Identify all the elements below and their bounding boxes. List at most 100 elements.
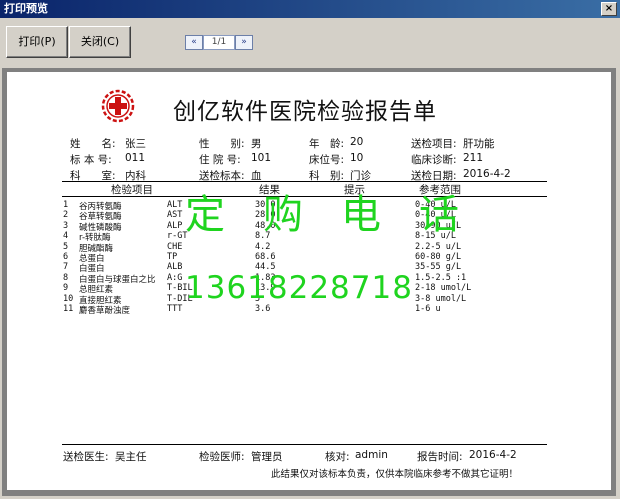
row-item-code: r-GT [167, 231, 188, 242]
row-reference: 0-40 u/L [415, 210, 456, 221]
row-reference: 2.2-5 u/L [415, 241, 462, 252]
window-titlebar: 打印预览 × [0, 0, 620, 18]
row-item-code: CHE [167, 241, 183, 252]
report-page: 创亿软件医院检验报告单 姓 名: 张三 性 别: 男 年 龄: 20 送检项目:… [7, 72, 611, 490]
table-row: 1 谷丙转氨酶 ALT 30.0 0-40 u/L [7, 200, 611, 212]
row-item-code: A:G [167, 272, 183, 283]
row-reference: 3-8 umol/L [415, 293, 467, 304]
row-result: 68.6 [255, 252, 276, 262]
close-button[interactable]: 关闭(C) [69, 26, 131, 58]
row-item-code: T-BIL [167, 283, 193, 294]
row-no: 8 [63, 272, 69, 283]
table-row: 5 胆碱酯酶 CHE 4.2 2.2-5 u/L [7, 241, 611, 254]
row-reference: 30-90 u/L [415, 220, 462, 231]
row-result: 4.2 [255, 241, 271, 252]
patient-gender: 男 [251, 138, 262, 150]
table-row: 10 直接胆红素 T-DIL 5 3-8 umol/L [7, 293, 611, 306]
table-row: 2 谷草转氨酶 AST 28.0 0-40 u/L [7, 210, 611, 222]
checker: admin [355, 449, 388, 461]
preview-frame: 创亿软件医院检验报告单 姓 名: 张三 性 别: 男 年 龄: 20 送检项目:… [2, 68, 616, 496]
row-item-code: ALT [167, 200, 183, 210]
table-row: 9 总胆红素 T-BIL 13.9 2-18 umol/L [7, 283, 611, 295]
row-no: 2 [63, 210, 69, 221]
row-reference: 60-80 g/L [415, 252, 462, 262]
row-result: 44.5 [255, 262, 276, 273]
examiner: 管理员 [251, 451, 283, 463]
test-item-label: 送检项目: [411, 138, 457, 150]
row-no: 7 [63, 262, 69, 273]
prev-page-button[interactable]: « [185, 35, 203, 50]
specimen-no-label: 标 本 号: [70, 154, 112, 166]
row-result: 3.6 [255, 304, 271, 314]
table-row: 11 麝香草酚浊度 TTT 3.6 1-6 u [7, 304, 611, 316]
row-item-code: TTT [167, 304, 183, 314]
bed-no-label: 床位号: [309, 154, 345, 166]
date: 2016-4-2 [463, 168, 511, 180]
col-header-result: 结果 [259, 184, 280, 196]
row-no: 1 [63, 200, 69, 210]
row-item-code: ALB [167, 262, 183, 273]
page-indicator[interactable]: 1/1 [203, 35, 235, 50]
row-no: 4 [63, 231, 69, 242]
diagnosis-label: 临床诊断: [411, 154, 457, 166]
row-item-name: 麝香草酚浊度 [79, 306, 131, 316]
doctor-label: 送检医生: [63, 451, 109, 463]
row-no: 10 [63, 293, 74, 304]
row-reference: 1.5-2.5 :1 [415, 272, 467, 283]
row-result: 5 [255, 293, 261, 304]
table-row: 6 总蛋白 TP 68.6 60-80 g/L [7, 252, 611, 264]
row-no: 3 [63, 220, 69, 231]
col-header-item: 检验项目 [111, 184, 153, 196]
window-title: 打印预览 [4, 2, 48, 15]
report-time: 2016-4-2 [469, 449, 517, 461]
table-row: 3 碱性磷酸酶 ALP 48.0 30-90 u/L [7, 220, 611, 233]
row-result: 1.83 [255, 272, 276, 283]
bed-no: 10 [350, 152, 364, 164]
patient-name: 张三 [125, 138, 146, 150]
row-item-code: TP [167, 252, 178, 262]
next-page-button[interactable]: » [235, 35, 253, 50]
inpatient-no-label: 住 院 号: [199, 154, 241, 166]
print-button[interactable]: 打印(P) [6, 26, 68, 58]
row-reference: 35-55 g/L [415, 262, 462, 273]
row-reference: 1-6 u [415, 304, 441, 314]
disclaimer: 此结果仅对该标本负责，仅供本院临床参考不做其它证明！ [271, 469, 519, 480]
row-reference: 0-40 u/L [415, 200, 456, 210]
report-time-label: 报告时间: [417, 451, 463, 463]
doctor: 吴主任 [115, 451, 147, 463]
footer-rule [62, 444, 547, 445]
row-item-code: T-DIL [167, 293, 193, 304]
row-no: 11 [63, 304, 74, 314]
table-row: 4 r-转肽酶 r-GT 8.7 8-15 u/L [7, 231, 611, 243]
row-reference: 2-18 umol/L [415, 283, 472, 294]
gender-label: 性 别: [199, 138, 245, 150]
specimen-no: 011 [125, 152, 146, 164]
col-header-hint: 提示 [344, 184, 365, 196]
row-result: 30.0 [255, 200, 276, 210]
row-no: 6 [63, 252, 69, 262]
row-result: 13.9 [255, 283, 276, 294]
row-no: 9 [63, 283, 69, 294]
row-reference: 8-15 u/L [415, 231, 456, 242]
diagnosis: 211 [463, 152, 484, 164]
window-close-button[interactable]: × [601, 2, 617, 16]
col-header-reference: 参考范围 [419, 184, 461, 196]
row-item-code: ALP [167, 220, 183, 231]
row-result: 28.0 [255, 210, 276, 221]
test-item: 肝功能 [463, 138, 495, 150]
age-label: 年 龄: [309, 138, 345, 150]
red-cross-logo-icon [101, 89, 135, 123]
examiner-label: 检验医师: [199, 451, 245, 463]
table-row: 8 白蛋白与球蛋白之比 A:G 1.83 1.5-2.5 :1 [7, 272, 611, 285]
row-result: 8.7 [255, 231, 271, 242]
table-row: 7 白蛋白 ALB 44.5 35-55 g/L [7, 262, 611, 274]
checker-label: 核对: [325, 451, 350, 463]
table-header-rule [62, 196, 547, 197]
row-result: 48.0 [255, 220, 276, 231]
report-title: 创亿软件医院检验报告单 [173, 99, 437, 125]
toolbar: 打印(P) 关闭(C) « 1/1 » [0, 18, 620, 68]
row-item-code: AST [167, 210, 183, 221]
name-label: 姓 名: [70, 138, 116, 150]
patient-age: 20 [350, 136, 364, 148]
inpatient-no: 101 [251, 152, 272, 164]
